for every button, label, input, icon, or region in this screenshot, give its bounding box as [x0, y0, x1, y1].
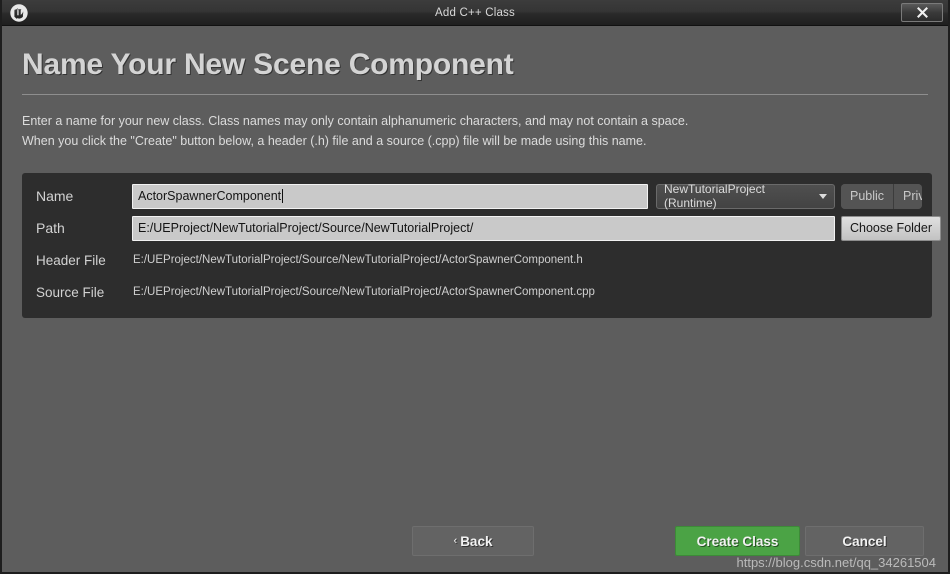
- source-file-label: Source File: [36, 284, 105, 300]
- header-file-value: E:/UEProject/NewTutorialProject/Source/N…: [133, 254, 583, 266]
- title-bar: Add C++ Class: [2, 0, 948, 26]
- watermark: https://blog.csdn.net/qq_34261504: [736, 555, 937, 570]
- back-button-label: Back: [460, 533, 493, 549]
- path-input[interactable]: E:/UEProject/NewTutorialProject/Source/N…: [132, 215, 835, 241]
- cancel-button[interactable]: Cancel: [805, 526, 924, 556]
- description: Enter a name for your new class. Class n…: [22, 111, 928, 151]
- close-button[interactable]: [901, 3, 943, 22]
- module-dropdown-value: NewTutorialProject (Runtime): [664, 182, 765, 210]
- dialog-footer: ‹ Back Create Class Cancel: [22, 526, 928, 556]
- description-line-2: When you click the "Create" button below…: [22, 134, 647, 148]
- unreal-engine-logo-icon: [2, 0, 36, 26]
- add-cpp-class-dialog: Add C++ Class Name Your New Scene Compon…: [0, 0, 950, 574]
- window-title: Add C++ Class: [435, 6, 515, 19]
- path-input-value: E:/UEProject/NewTutorialProject/Source/N…: [138, 221, 474, 235]
- source-file-value: E:/UEProject/NewTutorialProject/Source/N…: [133, 286, 595, 298]
- description-line-1: Enter a name for your new class. Class n…: [22, 114, 689, 128]
- name-input[interactable]: ActorSpawnerComponent: [132, 183, 648, 209]
- title-divider: [22, 94, 928, 95]
- text-cursor: [282, 189, 284, 203]
- path-row: Path E:/UEProject/NewTutorialProject/Sou…: [32, 214, 941, 242]
- class-settings-panel: Name ActorSpawnerComponent NewTutorialPr…: [22, 173, 941, 318]
- source-file-row: Source File E:/UEProject/NewTutorialProj…: [32, 278, 922, 306]
- dialog-body: Name Your New Scene Component Enter a na…: [2, 26, 948, 572]
- close-icon: [916, 7, 928, 18]
- public-button[interactable]: Public: [841, 183, 894, 209]
- name-label: Name: [36, 188, 74, 204]
- header-file-row: Header File E:/UEProject/NewTutorialProj…: [32, 246, 922, 274]
- chevron-down-icon: [819, 193, 827, 199]
- choose-folder-button[interactable]: Choose Folder: [841, 215, 941, 241]
- chevron-left-icon: ‹: [453, 535, 458, 547]
- create-class-button[interactable]: Create Class: [675, 526, 800, 556]
- name-row: Name ActorSpawnerComponent NewTutorialPr…: [32, 182, 922, 210]
- private-button[interactable]: Private: [893, 183, 922, 209]
- header-file-label: Header File: [36, 252, 106, 268]
- page-title: Name Your New Scene Component: [22, 48, 514, 81]
- name-input-value: ActorSpawnerComponent: [138, 189, 282, 203]
- back-button[interactable]: ‹ Back: [412, 526, 534, 556]
- module-dropdown[interactable]: NewTutorialProject (Runtime): [656, 182, 835, 210]
- path-label: Path: [36, 220, 65, 236]
- visibility-toggle-group: Public Private: [841, 183, 922, 209]
